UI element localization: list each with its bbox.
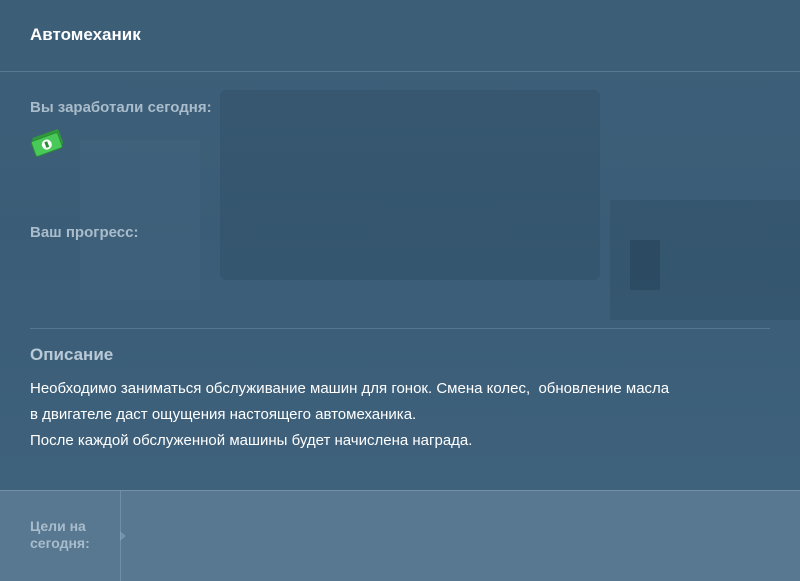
progress-label: Ваш прогресс: [30,224,139,241]
description-line: Необходимо заниматься обслуживание машин… [30,380,670,397]
background-garage-shape [220,90,600,280]
goals-today-label: Цели на сегодня: [30,518,90,551]
description-text: Необходимо заниматься обслуживание машин… [30,376,760,454]
goals-cell: Цели на сегодня: [0,491,121,581]
divider [30,328,770,329]
page-title: Автомеханик [30,25,141,44]
money-icon [30,129,63,157]
goals-bar: Цели на сегодня: [0,490,800,581]
description-line: в двигателе даст ощущения настоящего авт… [30,406,417,423]
earned-today-label: Вы заработали сегодня: [30,99,212,116]
description-heading: Описание [30,345,114,364]
description-line: После каждой обслуженной машины будет на… [30,432,473,449]
background-garage-shape [80,140,200,300]
header: Автомеханик [0,0,800,72]
background-garage-shape [630,240,660,290]
goals-arrow-icon [120,531,126,541]
